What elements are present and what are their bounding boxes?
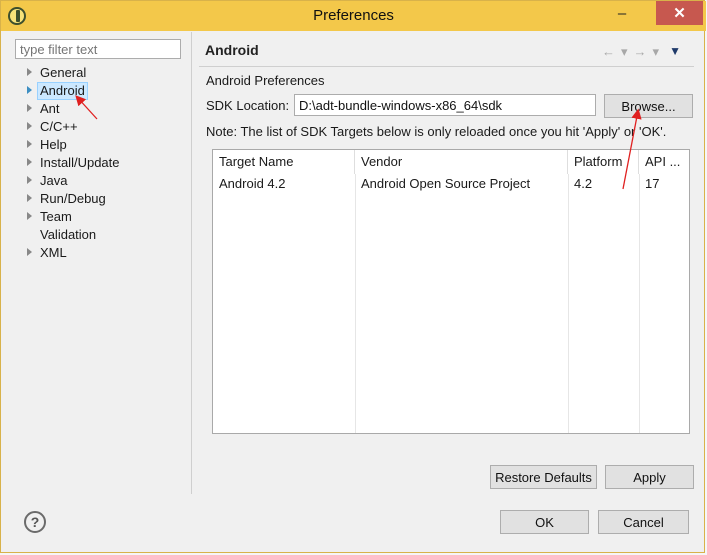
view-menu-icon[interactable]: ▼ — [669, 44, 681, 60]
tree-item-team[interactable]: Team — [9, 208, 189, 226]
browse-button[interactable]: Browse... — [604, 94, 693, 118]
column-header-platform[interactable]: Platform — [568, 150, 639, 174]
expand-arrow-icon[interactable] — [27, 248, 32, 256]
sdk-location-field[interactable] — [294, 94, 596, 116]
expand-arrow-icon[interactable] — [27, 140, 32, 148]
table-cell[interactable]: Android Open Source Project — [355, 174, 568, 194]
page-title: Android — [205, 42, 259, 58]
filter-input[interactable] — [15, 39, 181, 59]
minimize-button[interactable]: – — [609, 1, 635, 25]
section-label: Android Preferences — [206, 73, 325, 88]
apply-button[interactable]: Apply — [605, 465, 694, 489]
back-arrow-icon[interactable]: ← — [602, 44, 615, 60]
tree-item-xml[interactable]: XML — [9, 244, 189, 262]
table-cell[interactable]: Android 4.2 — [213, 174, 355, 194]
close-button[interactable]: ✕ — [656, 1, 703, 25]
tree-item-label: Ant — [40, 101, 60, 116]
window-title: Preferences — [313, 7, 394, 24]
tree-item-label: Run/Debug — [40, 191, 106, 206]
tree-item-label: Team — [40, 209, 72, 224]
forward-arrow-icon[interactable]: → — [634, 44, 647, 60]
tree-item-label: Install/Update — [40, 155, 120, 170]
preference-tree-pane: General Android Ant C/C++ Help — [9, 32, 192, 494]
column-divider — [639, 174, 640, 433]
back-dropdown-icon[interactable]: ▾ — [621, 44, 628, 60]
expand-arrow-icon[interactable] — [27, 122, 32, 130]
column-header-target-name[interactable]: Target Name — [213, 150, 355, 174]
page-navigation: ← ▾ → ▾ ▼ — [602, 44, 681, 60]
tree-item-label: Help — [40, 137, 67, 152]
tree-item-install-update[interactable]: Install/Update — [9, 154, 189, 172]
table-cell[interactable]: 4.2 — [568, 174, 639, 194]
page-header: Android ← ▾ → ▾ ▼ — [199, 32, 694, 67]
column-header-vendor[interactable]: Vendor — [355, 150, 568, 174]
column-divider — [355, 174, 356, 433]
tree-item-java[interactable]: Java — [9, 172, 189, 190]
tree-item-label: Validation — [40, 227, 97, 242]
tree-item-run-debug[interactable]: Run/Debug — [9, 190, 189, 208]
tree-item-help[interactable]: Help — [9, 136, 189, 154]
sdk-targets-table[interactable]: Target Name Vendor Platform API ... Andr… — [212, 149, 690, 434]
column-divider — [568, 174, 569, 433]
expand-arrow-icon[interactable] — [27, 68, 32, 76]
sdk-note: Note: The list of SDK Targets below is o… — [206, 124, 667, 139]
help-icon[interactable]: ? — [24, 511, 46, 533]
sdk-location-label: SDK Location: — [206, 98, 290, 113]
tree-item-android[interactable]: Android — [9, 82, 189, 100]
tree-item-label: General — [40, 65, 87, 80]
expand-arrow-icon[interactable] — [27, 104, 32, 112]
restore-defaults-button[interactable]: Restore Defaults — [490, 465, 597, 489]
expand-arrow-icon[interactable] — [27, 176, 32, 184]
tree-item-cpp[interactable]: C/C++ — [9, 118, 189, 136]
table-cell[interactable]: 17 — [639, 174, 689, 194]
column-header-api[interactable]: API ... — [639, 150, 689, 174]
expand-arrow-icon[interactable] — [27, 86, 32, 94]
preference-page: Android ← ▾ → ▾ ▼ Android Preferences SD… — [193, 32, 698, 494]
forward-dropdown-icon[interactable]: ▾ — [653, 44, 660, 60]
title-bar: Preferences – ✕ — [1, 1, 706, 31]
preferences-window: Preferences – ✕ General Android Ant — [0, 0, 706, 553]
expand-arrow-icon[interactable] — [27, 158, 32, 166]
tree-item-validation[interactable]: Validation — [9, 226, 189, 244]
expand-arrow-icon[interactable] — [27, 212, 32, 220]
tree-item-label: XML — [40, 245, 67, 260]
ok-button[interactable]: OK — [500, 510, 589, 534]
cancel-button[interactable]: Cancel — [598, 510, 689, 534]
tree-item-general[interactable]: General — [9, 64, 189, 82]
dialog-body: General Android Ant C/C++ Help — [9, 32, 698, 547]
tree-item-ant[interactable]: Ant — [9, 100, 189, 118]
tree-item-label: Android — [37, 82, 88, 100]
expand-arrow-icon[interactable] — [27, 194, 32, 202]
tree-item-label: C/C++ — [40, 119, 78, 134]
tree-item-label: Java — [40, 173, 68, 188]
